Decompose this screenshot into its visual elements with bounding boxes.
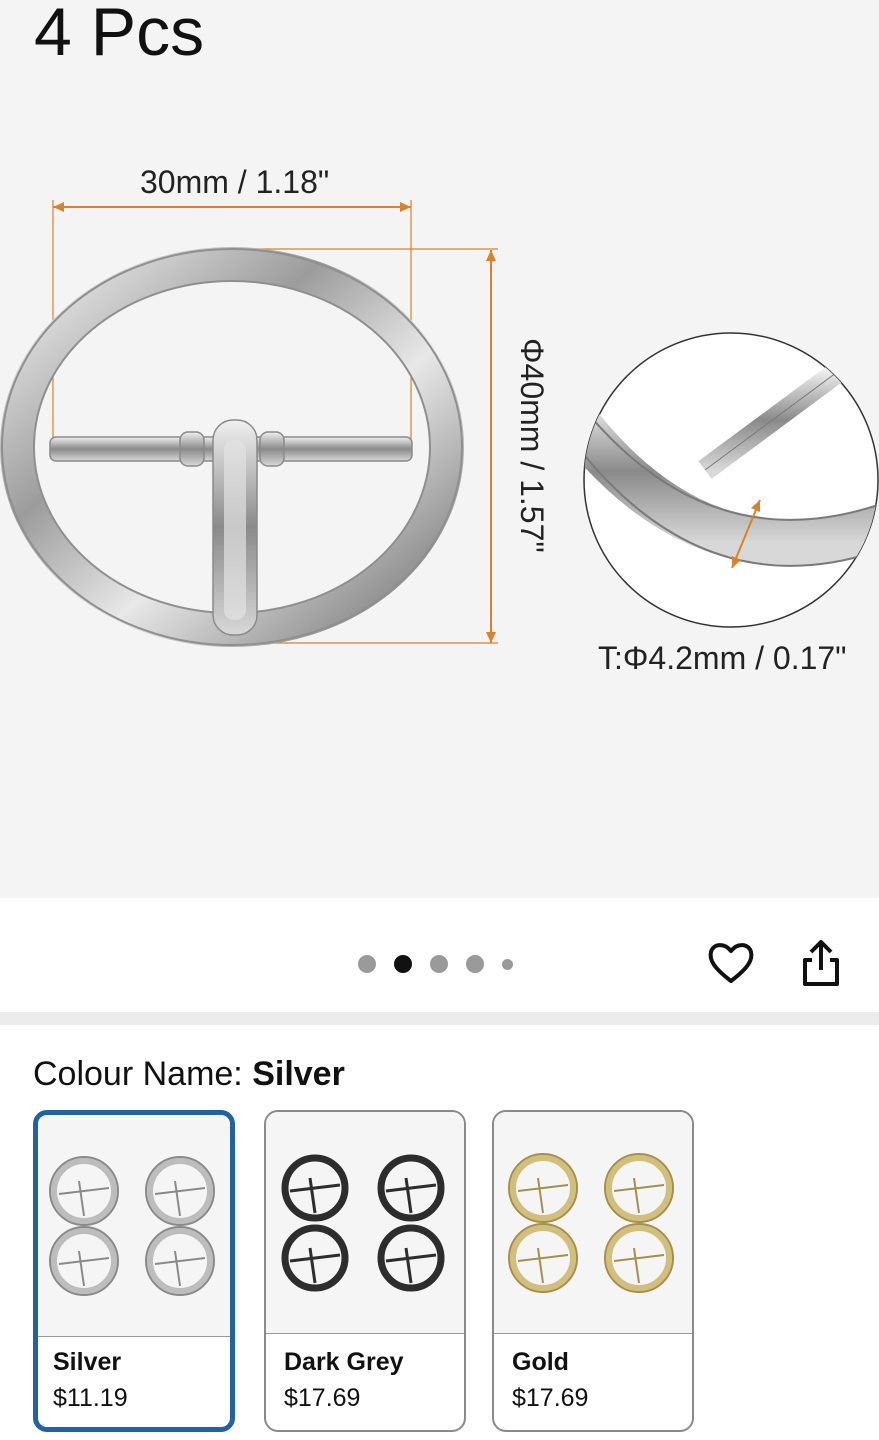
variation-thumbnail xyxy=(494,1112,692,1334)
product-image[interactable]: 4 Pcs 30mm / 1.18" Φ40mm / 1.57" T:Φ4.2m… xyxy=(0,0,879,898)
variation-option-name: Gold xyxy=(512,1348,569,1376)
section-divider xyxy=(0,1012,879,1025)
variation-option-name: Silver xyxy=(53,1348,122,1376)
height-dimension-label: Φ40mm / 1.57" xyxy=(514,338,550,553)
pack-quantity-title: 4 Pcs xyxy=(34,0,205,70)
share-icon[interactable] xyxy=(796,938,846,988)
variation-option-silver[interactable]: Silver $11.19 xyxy=(33,1110,235,1432)
selected-variation: Silver xyxy=(252,1055,345,1093)
carousel-dot[interactable] xyxy=(358,955,376,973)
heart-icon[interactable] xyxy=(706,938,756,988)
image-carousel-indicator xyxy=(358,955,513,973)
variation-option-dark-grey[interactable]: Dark Grey $17.69 xyxy=(264,1110,466,1432)
carousel-dot[interactable] xyxy=(466,955,484,973)
variation-thumbnail xyxy=(266,1112,464,1334)
variation-option-gold[interactable]: Gold $17.69 xyxy=(492,1110,694,1432)
width-dimension-label: 30mm / 1.18" xyxy=(140,164,330,200)
buckle-illustration xyxy=(0,200,879,647)
variation-option-price: $11.19 xyxy=(53,1384,128,1412)
carousel-dot-active[interactable] xyxy=(394,955,412,973)
variation-option-price: $17.69 xyxy=(512,1384,589,1412)
variation-option-name: Dark Grey xyxy=(284,1348,404,1376)
variation-thumbnail xyxy=(38,1115,230,1337)
carousel-dot[interactable] xyxy=(430,955,448,973)
variation-option-price: $17.69 xyxy=(284,1384,361,1412)
variation-label: Colour Name: Silver xyxy=(33,1055,345,1093)
carousel-dot[interactable] xyxy=(502,958,513,970)
thickness-dimension-label: T:Φ4.2mm / 0.17" xyxy=(598,640,847,676)
